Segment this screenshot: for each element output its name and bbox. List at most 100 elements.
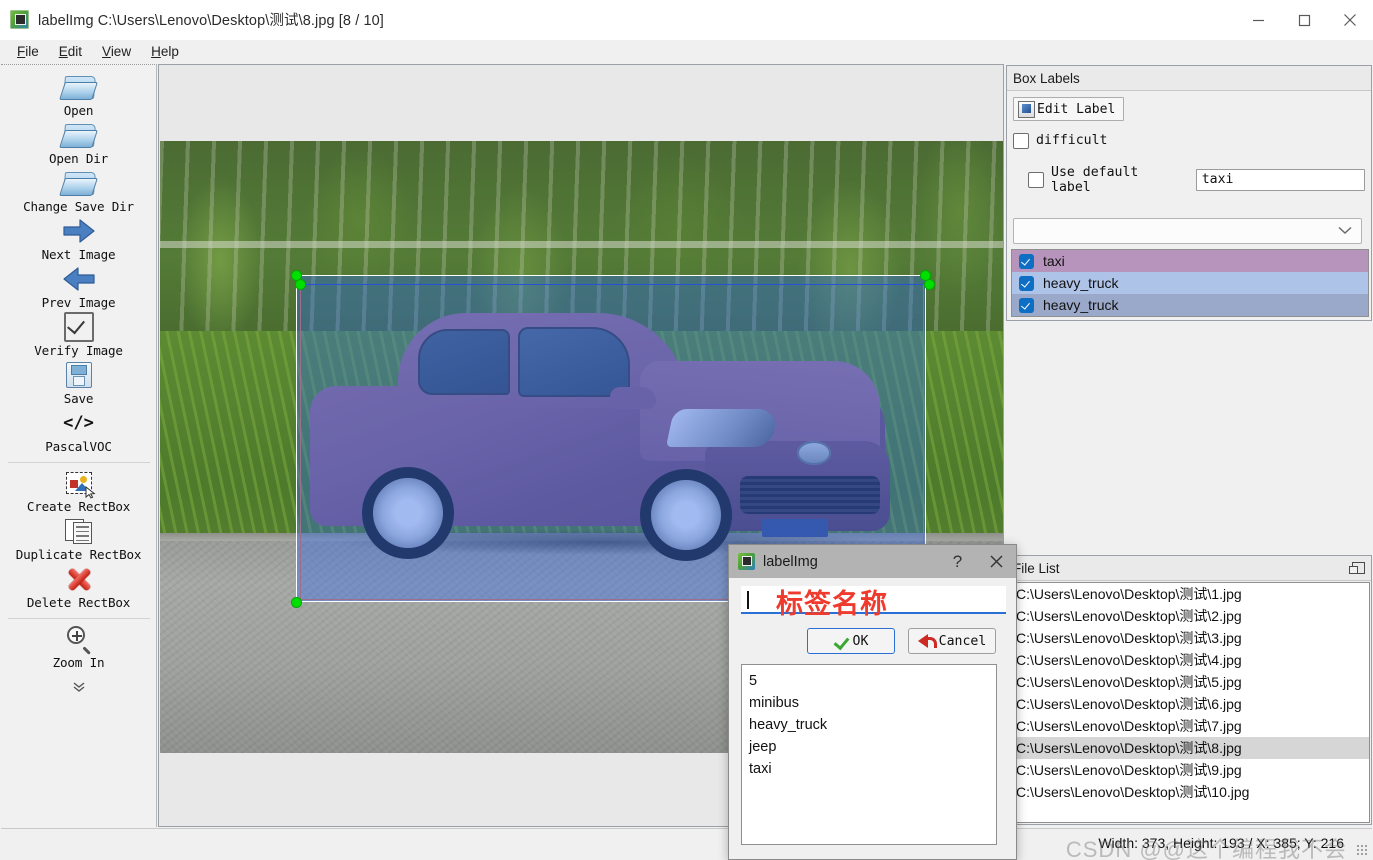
tool-open-dir[interactable]: Open Dir xyxy=(2,120,156,166)
file-list-item-7[interactable]: C:\Users\Lenovo\Desktop\测试\8.jpg xyxy=(1011,737,1369,759)
bbox-vertex-bottom-left[interactable] xyxy=(292,598,301,607)
box-label-checkbox-1[interactable] xyxy=(1019,275,1034,291)
tool-open[interactable]: Open xyxy=(2,72,156,118)
bbox-vertex-top-left[interactable] xyxy=(292,271,301,280)
tool-create-rectbox[interactable]: Create RectBox xyxy=(2,468,156,514)
suggestion-item-1[interactable]: minibus xyxy=(749,692,996,714)
menu-view[interactable]: View xyxy=(94,42,139,61)
use-default-label-checkbox[interactable] xyxy=(1028,171,1044,188)
file-list-item-2[interactable]: C:\Users\Lenovo\Desktop\测试\3.jpg xyxy=(1011,627,1369,649)
magnify-plus-icon xyxy=(66,624,92,655)
box-label-item-2[interactable]: heavy_truck xyxy=(1012,294,1368,316)
use-default-label-row[interactable]: Use default label taxi xyxy=(1028,165,1365,195)
box-label-text-1: heavy_truck xyxy=(1043,275,1119,291)
default-label-input[interactable]: taxi xyxy=(1195,168,1365,191)
dialog-buttons: ? xyxy=(938,545,1016,578)
tool-format[interactable]: </> PascalVOC xyxy=(2,408,156,454)
dialog-help-button[interactable]: ? xyxy=(938,545,977,578)
toolbar-overflow-chevron-icon[interactable] xyxy=(1,678,156,696)
box-label-list[interactable]: taxi heavy_truck heavy_truck xyxy=(1011,249,1369,317)
toolbar-separator-1 xyxy=(7,462,150,463)
tool-delete-rectbox[interactable]: Delete RectBox xyxy=(2,564,156,610)
maximize-button[interactable] xyxy=(1281,0,1327,40)
tool-bar: Open Open Dir Change Save Dir Next Image… xyxy=(1,64,157,827)
code-tags-icon: </> xyxy=(63,413,94,433)
dialog-cancel-button[interactable]: Cancel xyxy=(908,628,996,654)
suggestion-item-4[interactable]: taxi xyxy=(749,758,996,780)
undock-icon[interactable] xyxy=(1349,562,1365,574)
difficult-row[interactable]: difficult xyxy=(1013,132,1365,149)
box-label-checkbox-2[interactable] xyxy=(1019,297,1034,313)
difficult-label: difficult xyxy=(1036,133,1108,148)
edit-label-button-text: Edit Label xyxy=(1037,101,1116,117)
menu-edit-rest: dit xyxy=(67,44,83,59)
file-list-item-4[interactable]: C:\Users\Lenovo\Desktop\测试\5.jpg xyxy=(1011,671,1369,693)
edit-pencil-icon xyxy=(1018,100,1035,118)
delete-x-icon xyxy=(64,564,94,594)
text-caret xyxy=(747,591,749,609)
box-label-text-2: heavy_truck xyxy=(1043,297,1119,313)
suggestion-item-3[interactable]: jeep xyxy=(749,736,996,758)
tool-prev-image-label: Prev Image xyxy=(41,295,116,310)
label-combobox[interactable] xyxy=(1013,217,1362,244)
tool-prev-image[interactable]: Prev Image xyxy=(2,264,156,310)
file-list-items[interactable]: C:\Users\Lenovo\Desktop\测试\1.jpg C:\User… xyxy=(1010,582,1370,823)
box-label-item-1[interactable]: heavy_truck xyxy=(1012,272,1368,294)
title-bar: labelImg C:\Users\Lenovo\Desktop\测试\8.jp… xyxy=(0,0,1373,40)
menu-file[interactable]: File xyxy=(9,42,47,61)
dialog-close-button[interactable] xyxy=(977,545,1016,578)
box-label-item-0[interactable]: taxi xyxy=(1012,250,1368,272)
minimize-button[interactable] xyxy=(1235,0,1281,40)
box-labels-panel: Box Labels Edit Label difficult Use defa… xyxy=(1006,65,1372,321)
file-list-title-bar: File List xyxy=(1007,556,1371,581)
arrow-right-icon xyxy=(62,216,96,246)
box-label-checkbox-0[interactable] xyxy=(1019,253,1034,269)
file-list-item-3[interactable]: C:\Users\Lenovo\Desktop\测试\4.jpg xyxy=(1011,649,1369,671)
file-list-title: File List xyxy=(1013,560,1060,576)
tool-save[interactable]: Save xyxy=(2,360,156,406)
menu-edit[interactable]: Edit xyxy=(51,42,90,61)
tool-next-image-label: Next Image xyxy=(41,247,116,262)
menu-help[interactable]: Help xyxy=(143,42,187,61)
edit-label-button[interactable]: Edit Label xyxy=(1013,97,1125,121)
dialog-ok-label: OK xyxy=(852,633,869,649)
file-list-item-0[interactable]: C:\Users\Lenovo\Desktop\测试\1.jpg xyxy=(1011,583,1369,605)
box-labels-body: Edit Label difficult Use default label t… xyxy=(1007,91,1371,244)
bbox2-vertex-top-right[interactable] xyxy=(925,280,934,289)
bbox-vertex-top-right[interactable] xyxy=(921,271,930,280)
tool-zoom-in[interactable]: Zoom In xyxy=(2,624,156,670)
create-rectbox-icon xyxy=(65,468,96,499)
image-guardrail xyxy=(160,241,1003,248)
file-list-item-1[interactable]: C:\Users\Lenovo\Desktop\测试\2.jpg xyxy=(1011,605,1369,627)
menu-view-rest: iew xyxy=(110,44,132,59)
close-button[interactable] xyxy=(1327,0,1373,40)
bbox2-vertex-top-left[interactable] xyxy=(296,280,305,289)
file-list-item-6[interactable]: C:\Users\Lenovo\Desktop\测试\7.jpg xyxy=(1011,715,1369,737)
dialog-title-bar: labelImg ? xyxy=(729,545,1016,578)
duplicate-rectbox-icon xyxy=(64,516,93,546)
box-label-text-0: taxi xyxy=(1043,253,1065,269)
file-list-item-8[interactable]: C:\Users\Lenovo\Desktop\测试\9.jpg xyxy=(1011,759,1369,781)
annotation-overlay-text: 标签名称 xyxy=(776,589,888,619)
tool-verify-image[interactable]: Verify Image xyxy=(2,312,156,358)
dialog-suggestion-list[interactable]: 5 minibus heavy_truck jeep taxi xyxy=(741,664,997,845)
suggestion-item-0[interactable]: 5 xyxy=(749,670,996,692)
menu-view-mnemonic: V xyxy=(102,44,111,59)
resize-grip-icon[interactable] xyxy=(1356,844,1368,856)
tool-change-save-dir[interactable]: Change Save Dir xyxy=(2,168,156,214)
suggestion-item-2[interactable]: heavy_truck xyxy=(749,714,996,736)
file-list-item-5[interactable]: C:\Users\Lenovo\Desktop\测试\6.jpg xyxy=(1011,693,1369,715)
tool-duplicate-rectbox-label: Duplicate RectBox xyxy=(15,547,142,562)
undo-arrow-icon xyxy=(917,634,937,648)
dialog-ok-button[interactable]: OK xyxy=(807,628,895,654)
tool-duplicate-rectbox[interactable]: Duplicate RectBox xyxy=(2,516,156,562)
menu-bar: File Edit View Help xyxy=(0,40,1373,63)
file-list-item-9[interactable]: C:\Users\Lenovo\Desktop\测试\10.jpg xyxy=(1011,781,1369,803)
window-controls xyxy=(1235,0,1373,40)
label-dialog: labelImg ? 标签名称 OK Cancel 5 minibus heav… xyxy=(728,544,1017,860)
dialog-app-icon xyxy=(738,553,755,570)
csdn-watermark: CSDN @@这个编程我不会 xyxy=(1065,837,1347,860)
difficult-checkbox[interactable] xyxy=(1013,132,1029,149)
tool-next-image[interactable]: Next Image xyxy=(2,216,156,262)
check-icon xyxy=(834,635,849,648)
